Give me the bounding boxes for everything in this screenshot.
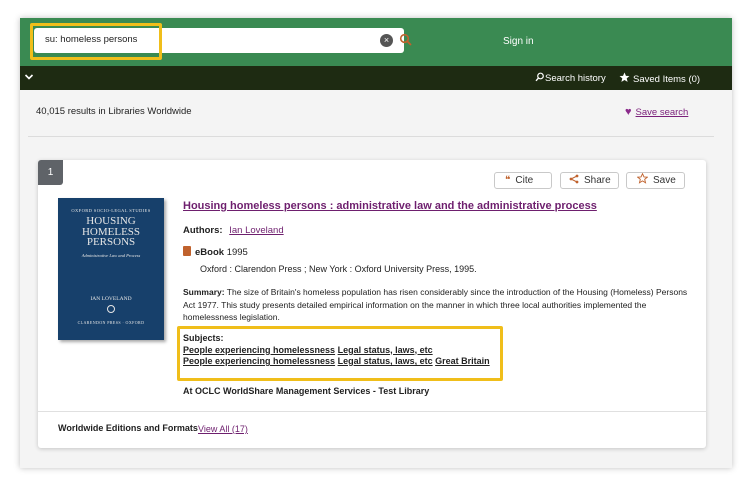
authors-row: Authors: Ian Loveland xyxy=(183,225,284,236)
subjects-highlight-box xyxy=(177,326,503,381)
search-history-link[interactable]: Search history xyxy=(535,72,606,84)
history-search-icon xyxy=(535,72,544,82)
star-outline-icon xyxy=(636,172,649,184)
saved-items-link[interactable]: Saved Items (0) xyxy=(619,72,700,85)
record-title-link[interactable]: Housing homeless persons : administrativ… xyxy=(183,200,597,212)
publication-info: Oxford : Clarendon Press ; New York : Ox… xyxy=(200,264,477,274)
holding-library: At OCLC WorldShare Management Services -… xyxy=(183,386,430,396)
authors-label: Authors: xyxy=(183,225,223,236)
author-link[interactable]: Ian Loveland xyxy=(229,225,283,236)
cover-title-line: PERSONS xyxy=(86,236,136,248)
sign-in-link[interactable]: Sign in xyxy=(503,36,534,47)
save-search-label: Save search xyxy=(635,107,689,118)
cite-label: Cite xyxy=(515,175,534,186)
clear-icon[interactable]: × xyxy=(380,34,393,47)
quote-icon: ❝ xyxy=(505,175,511,186)
cover-subtitle: Administrative Law and Process xyxy=(81,253,141,258)
heart-icon: ♥ xyxy=(625,106,632,118)
sub-nav-bar: Search history Saved Items (0) xyxy=(20,66,732,90)
summary: Summary: The size of Britain's homeless … xyxy=(183,286,695,324)
book-icon xyxy=(183,246,191,256)
view-all-editions-link[interactable]: View All (17) xyxy=(198,424,248,434)
share-label: Share xyxy=(584,175,611,186)
format-row: eBook 1995 xyxy=(183,246,248,258)
summary-label: Summary: xyxy=(183,287,225,297)
cite-button[interactable]: ❝ Cite xyxy=(494,172,552,189)
cover-title-line: HOUSING xyxy=(86,215,136,227)
format-label: eBook xyxy=(195,247,225,258)
publication-year: 1995 xyxy=(226,247,248,258)
saved-items-label: Saved Items (0) xyxy=(633,74,701,85)
result-index-badge: 1 xyxy=(38,160,63,185)
share-button[interactable]: Share xyxy=(560,172,619,189)
search-highlight-box xyxy=(30,23,162,60)
cover-publisher: CLARENDON PRESS · OXFORD xyxy=(77,320,145,325)
summary-text: The size of Britain's homeless populatio… xyxy=(183,287,688,322)
share-icon xyxy=(569,174,579,184)
save-label: Save xyxy=(653,175,676,186)
card-divider xyxy=(38,411,706,412)
editions-label: Worldwide Editions and Formats xyxy=(58,423,198,433)
cover-series: OXFORD SOCIO-LEGAL STUDIES xyxy=(71,208,151,213)
search-history-label: Search history xyxy=(545,73,606,84)
results-count: 40,015 results in Libraries Worldwide xyxy=(36,106,192,117)
star-icon xyxy=(619,72,630,82)
book-cover-image[interactable]: OXFORD SOCIO-LEGAL STUDIES HOUSING HOMEL… xyxy=(58,198,164,340)
magnifier-icon[interactable] xyxy=(399,33,413,47)
app-window: su: homeless persons × Sign in Search hi… xyxy=(20,18,732,468)
divider xyxy=(28,136,714,137)
publisher-logo xyxy=(107,305,115,313)
save-search-link[interactable]: ♥ Save search xyxy=(625,106,688,118)
chevron-down-icon[interactable] xyxy=(24,72,34,82)
result-card: 1 ❝ Cite Share Save OXFORD SOCIO-LEGAL ST… xyxy=(38,160,706,448)
cover-title: HOUSING HOMELESS PERSONS xyxy=(58,216,164,248)
save-button[interactable]: Save xyxy=(626,172,685,189)
cover-author: IAN LOVELAND xyxy=(90,296,132,302)
